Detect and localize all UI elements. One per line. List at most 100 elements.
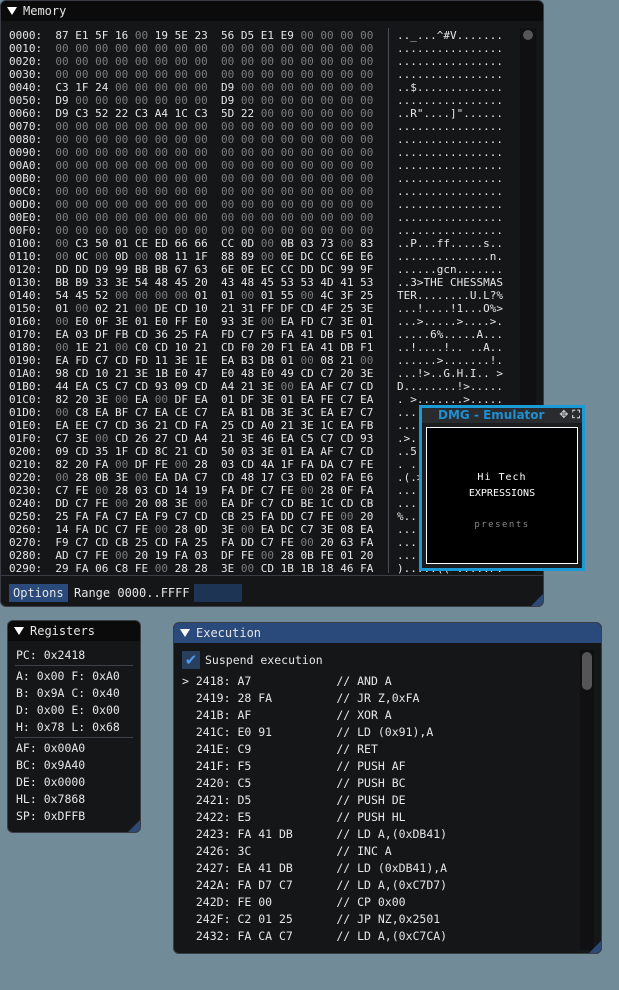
memory-byte[interactable]: FA — [75, 562, 88, 575]
memory-byte[interactable]: 29 — [55, 562, 68, 575]
memory-byte[interactable]: 28 — [281, 549, 294, 562]
memory-byte[interactable]: 10 — [195, 302, 208, 315]
memory-byte[interactable]: E0 — [261, 367, 274, 380]
memory-byte[interactable]: CD — [135, 445, 148, 458]
memory-ascii[interactable]: ......>.......!. — [397, 354, 503, 367]
emulator-screen[interactable]: Hi Tech EXPRESSIONS presents — [426, 427, 578, 564]
memory-byte[interactable]: C5 — [95, 380, 108, 393]
memory-byte[interactable]: 00 — [241, 198, 254, 211]
memory-row[interactable]: 0220: 00 28 0B 3E 00 EA DA C7 CD 48 17 C… — [9, 471, 380, 484]
memory-byte[interactable]: 4D — [320, 276, 333, 289]
memory-byte[interactable]: 53 — [360, 276, 373, 289]
memory-byte[interactable]: 3E — [115, 471, 128, 484]
memory-byte[interactable]: EA — [320, 406, 333, 419]
memory-byte[interactable]: 00 — [75, 185, 88, 198]
memory-byte[interactable]: EA — [340, 419, 353, 432]
memory-byte[interactable]: 49 — [281, 367, 294, 380]
memory-byte[interactable]: 1B — [281, 562, 294, 575]
memory-byte[interactable]: 73 — [320, 237, 333, 250]
memory-byte[interactable]: EA — [261, 523, 274, 536]
memory-byte[interactable]: 00 — [135, 198, 148, 211]
memory-byte[interactable]: FE — [281, 536, 294, 549]
memory-byte[interactable]: 3E — [261, 380, 274, 393]
memory-byte[interactable]: CE — [135, 237, 148, 250]
memory-byte[interactable]: 00 — [75, 120, 88, 133]
memory-byte[interactable]: 66 — [175, 237, 188, 250]
memory-byte[interactable]: FE — [320, 510, 333, 523]
memory-row[interactable]: 0230: C7 FE 00 28 03 CD 14 19 FA DF C7 F… — [9, 484, 380, 497]
memory-byte[interactable]: 00 — [360, 211, 373, 224]
memory-byte[interactable]: 00 — [281, 198, 294, 211]
memory-byte[interactable]: FE — [320, 393, 333, 406]
memory-byte[interactable]: A4 — [221, 380, 234, 393]
memory-byte[interactable]: 01 — [135, 315, 148, 328]
memory-byte[interactable]: 56 — [221, 29, 234, 42]
memory-byte[interactable]: C7 — [301, 523, 314, 536]
memory-byte[interactable]: 3E — [360, 367, 373, 380]
memory-byte[interactable]: 00 — [221, 198, 234, 211]
memory-byte[interactable]: C8 — [75, 406, 88, 419]
memory-row[interactable]: 00C0: 00 00 00 00 00 00 00 00 00 00 00 0… — [9, 185, 380, 198]
memory-byte[interactable]: DF — [241, 484, 254, 497]
memory-byte[interactable]: 0D — [115, 250, 128, 263]
memory-byte[interactable]: FF — [175, 315, 188, 328]
memory-row[interactable]: 0240: DD C7 FE 00 20 08 3E 00 EA DF C7 C… — [9, 497, 380, 510]
memory-byte[interactable]: 00 — [221, 133, 234, 146]
options-button[interactable]: Options — [9, 584, 68, 602]
memory-byte[interactable]: 87 — [55, 29, 68, 42]
memory-byte[interactable]: 00 — [301, 536, 314, 549]
memory-byte[interactable]: 00 — [360, 224, 373, 237]
memory-ascii[interactable]: ..............n. — [397, 250, 503, 263]
memory-byte[interactable]: 08 — [155, 497, 168, 510]
memory-byte[interactable]: 03 — [195, 549, 208, 562]
suspend-execution-label[interactable]: Suspend execution — [205, 653, 323, 667]
memory-byte[interactable]: 00 — [155, 289, 168, 302]
memory-byte[interactable]: 00 — [360, 146, 373, 159]
memory-ascii[interactable]: ..R"....]"...... — [397, 107, 503, 120]
memory-byte[interactable]: E0 — [195, 315, 208, 328]
memory-byte[interactable]: CB — [360, 497, 373, 510]
memory-byte[interactable]: 09 — [55, 445, 68, 458]
memory-byte[interactable]: EA — [221, 354, 234, 367]
memory-byte[interactable]: 00 — [360, 107, 373, 120]
memory-byte[interactable]: E9 — [281, 29, 294, 42]
memory-byte[interactable]: 00 — [301, 289, 314, 302]
memory-byte[interactable]: 5D — [221, 107, 234, 120]
resize-grip[interactable] — [128, 820, 140, 832]
memory-byte[interactable]: 18 — [320, 562, 333, 575]
memory-byte[interactable]: CB — [221, 510, 234, 523]
memory-byte[interactable]: CD — [340, 497, 353, 510]
memory-byte[interactable]: 0B — [95, 471, 108, 484]
memory-byte[interactable]: 20 — [261, 341, 274, 354]
memory-byte[interactable]: 1F — [195, 250, 208, 263]
memory-row[interactable]: 01B0: 44 EA C5 C7 CD 93 09 CD A4 21 3E 0… — [9, 380, 380, 393]
memory-byte[interactable]: C3 — [195, 107, 208, 120]
memory-byte[interactable]: 21 — [95, 341, 108, 354]
memory-byte[interactable]: 1C — [320, 419, 333, 432]
memory-byte[interactable]: 00 — [115, 146, 128, 159]
memory-byte[interactable]: 00 — [340, 94, 353, 107]
memory-title-bar[interactable]: Memory — [1, 1, 543, 21]
memory-ascii[interactable]: ................ — [397, 55, 503, 68]
memory-byte[interactable]: 00 — [75, 133, 88, 146]
memory-ascii[interactable]: ................ — [397, 133, 503, 146]
memory-byte[interactable]: C7 — [261, 497, 274, 510]
memory-byte[interactable]: 1B — [301, 562, 314, 575]
memory-byte[interactable]: 3E — [221, 523, 234, 536]
memory-byte[interactable]: 00 — [135, 29, 148, 42]
memory-byte[interactable]: 00 — [360, 198, 373, 211]
memory-byte[interactable]: 43 — [221, 276, 234, 289]
memory-byte[interactable]: 22 — [115, 107, 128, 120]
memory-byte[interactable]: 00 — [95, 120, 108, 133]
memory-row[interactable]: 0020: 00 00 00 00 00 00 00 00 00 00 00 0… — [9, 55, 380, 68]
memory-byte[interactable]: 00 — [320, 120, 333, 133]
memory-byte[interactable]: EA — [221, 497, 234, 510]
memory-byte[interactable]: 25 — [55, 510, 68, 523]
memory-byte[interactable]: FB — [360, 419, 373, 432]
memory-byte[interactable]: 00 — [175, 133, 188, 146]
memory-byte[interactable]: 00 — [155, 94, 168, 107]
memory-byte[interactable]: 00 — [175, 224, 188, 237]
memory-byte[interactable]: 00 — [241, 81, 254, 94]
memory-byte[interactable]: 00 — [340, 29, 353, 42]
memory-byte[interactable]: 00 — [75, 224, 88, 237]
